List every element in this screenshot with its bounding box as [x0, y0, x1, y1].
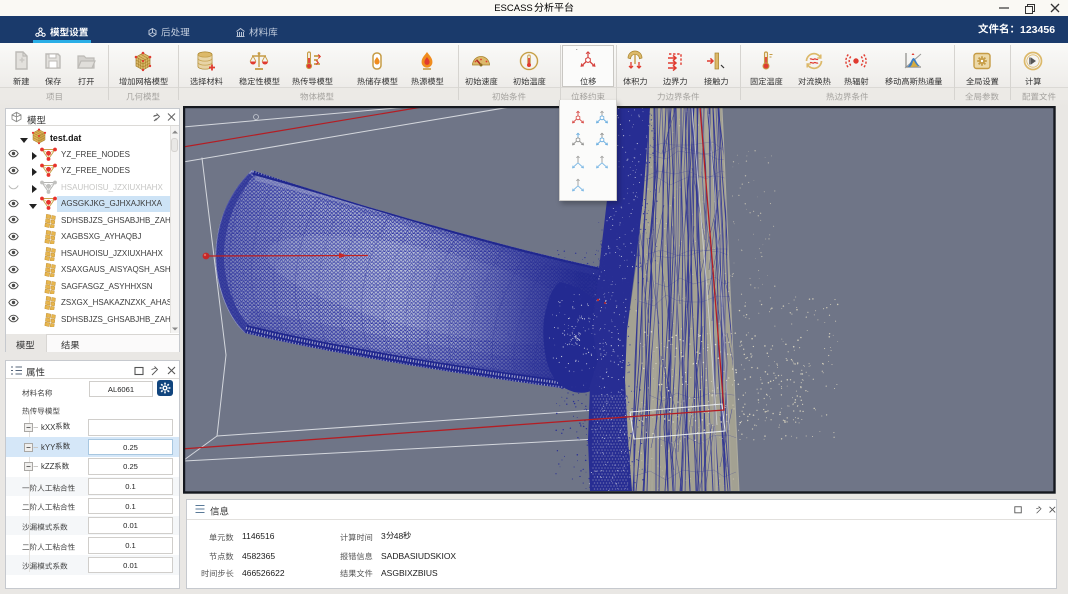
- svg-text:z: z: [576, 49, 578, 51]
